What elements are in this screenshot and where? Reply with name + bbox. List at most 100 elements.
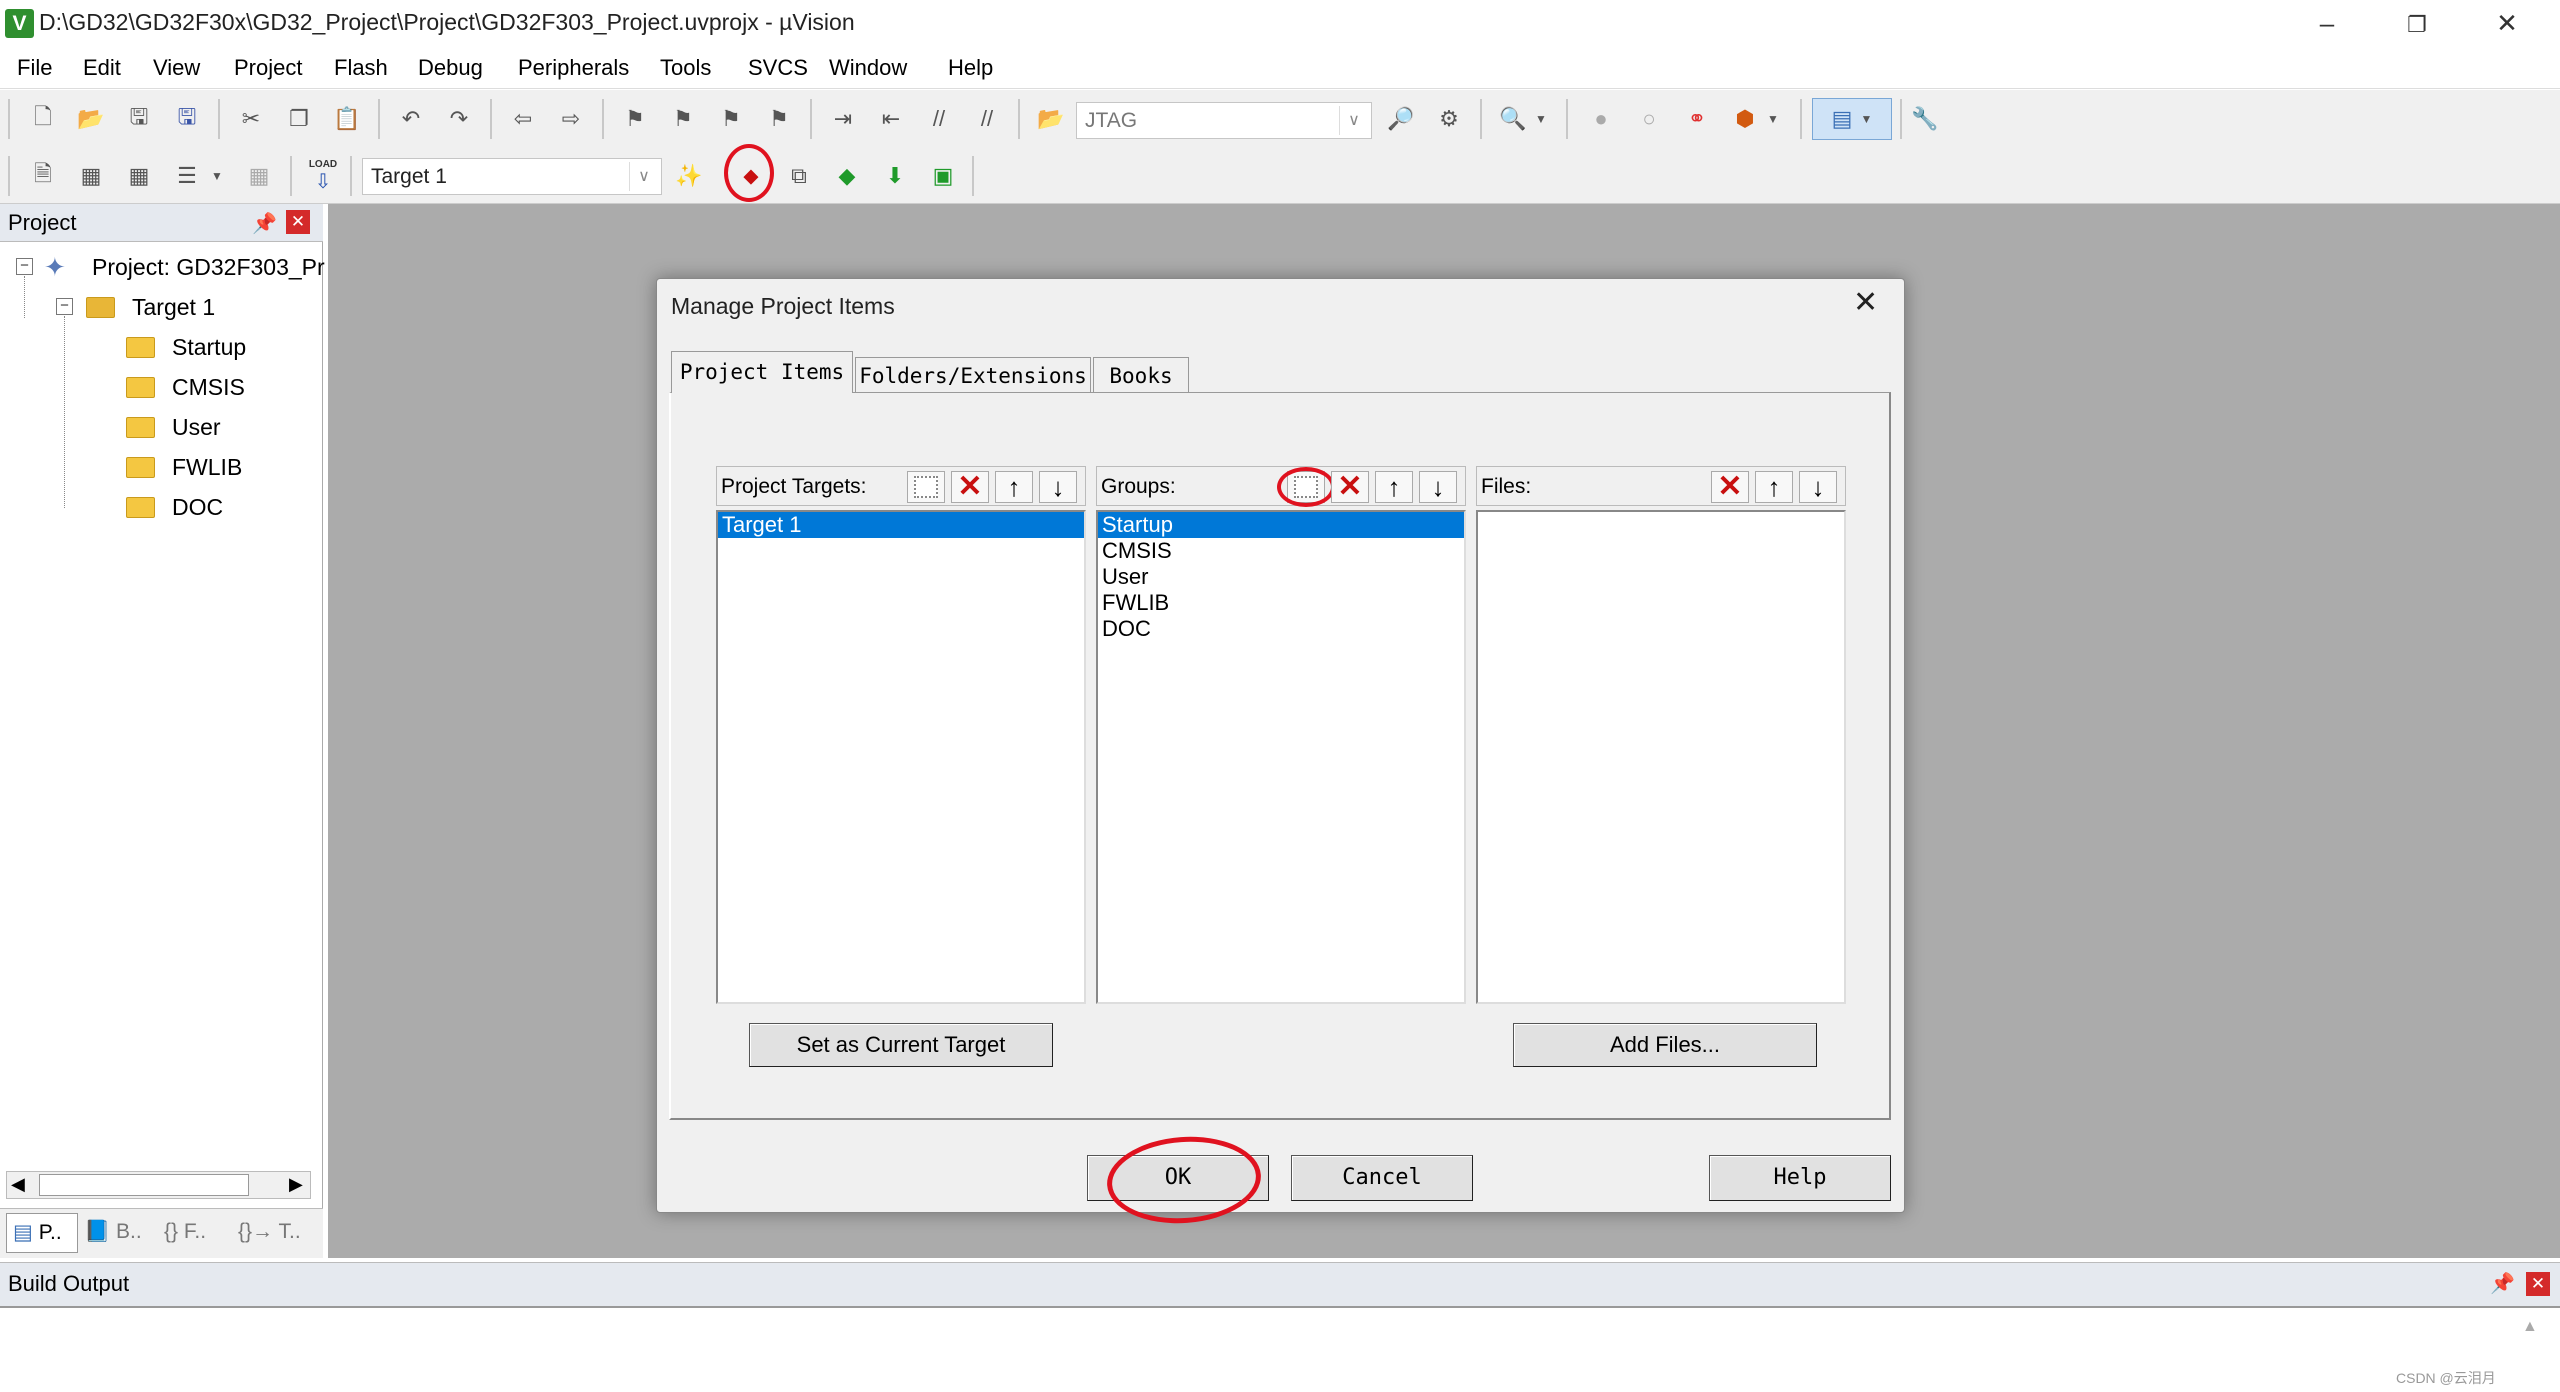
rebuild-button[interactable]: ▦ [120,157,158,195]
debugger-combo[interactable]: JTAG ∨ [1076,102,1372,139]
kill-breakpoints-button[interactable]: ⬢ [1726,100,1764,138]
move-file-down-button[interactable]: ↓ [1799,471,1837,503]
incremental-find-button[interactable]: ⚙ [1430,100,1468,138]
uncomment-button[interactable]: // [968,100,1006,138]
scrollbar-thumb[interactable] [39,1174,249,1196]
tab-templates[interactable]: {}→ T.. [238,1213,318,1253]
pin-button[interactable]: 📌 [252,211,277,236]
disable-breakpoints-button[interactable]: ⚭ [1678,100,1716,138]
insert-bookmark-button[interactable]: ⚑ [616,100,654,138]
menu-help[interactable]: Help [939,47,1002,89]
delete-file-button[interactable]: ✕ [1711,471,1749,503]
manage-rte-button[interactable]: ◆ [828,157,866,195]
list-item-group[interactable]: DOC [1098,616,1464,642]
collapse-icon[interactable]: − [56,298,73,315]
groups-list[interactable]: Startup CMSIS User FWLIB DOC [1096,510,1466,1004]
select-packs-button[interactable]: ⧉ [780,157,818,195]
collapse-icon[interactable]: − [16,258,33,275]
cancel-button[interactable]: Cancel [1291,1155,1473,1201]
download-button[interactable]: LOAD ⇩ [304,154,342,198]
move-file-up-button[interactable]: ↑ [1755,471,1793,503]
batch-build-dropdown[interactable]: ▼ [206,157,228,195]
next-bookmark-button[interactable]: ⚑ [712,100,750,138]
open-file-button[interactable]: 📂 [72,100,110,138]
paste-button[interactable]: 📋 [328,100,366,138]
restore-button[interactable]: ❐ [2372,0,2462,47]
tab-books[interactable]: 📘 B.. [84,1213,150,1253]
window-layout-button[interactable]: ▤ ▼ [1812,98,1892,140]
files-list[interactable] [1476,510,1846,1004]
menu-svcs[interactable]: SVCS [739,47,817,89]
close-window-button[interactable]: ✕ [2462,0,2552,47]
menu-file[interactable]: File [8,47,61,89]
list-item-group[interactable]: FWLIB [1098,590,1464,616]
save-all-button[interactable]: 🖫 [168,100,206,138]
list-item-group[interactable]: User [1098,564,1464,590]
batch-build-button[interactable]: ☰ [168,157,206,195]
software-packs-button[interactable]: ▣ [924,157,962,195]
set-current-target-button[interactable]: Set as Current Target [749,1023,1053,1067]
build-output-text[interactable]: ▲ CSDN @云泪月 [0,1306,2560,1392]
tab-functions[interactable]: {} F.. [164,1213,230,1253]
breakpoints-dropdown[interactable]: ▼ [1762,100,1784,138]
tab-project-items[interactable]: Project Items [671,351,853,393]
menu-window[interactable]: Window [820,47,916,89]
redo-button[interactable]: ↷ [440,100,478,138]
tab-project[interactable]: ▤ P.. [6,1213,78,1253]
menu-project[interactable]: Project [225,47,311,89]
delete-target-button[interactable]: ✕ [951,471,989,503]
tab-books[interactable]: Books [1093,357,1189,393]
find-button[interactable]: 🔎 [1382,100,1420,138]
list-item-group[interactable]: Startup [1098,512,1464,538]
configure-button[interactable]: 🔧 [1906,100,1944,138]
navigate-forward-button[interactable]: ⇨ [552,100,590,138]
scroll-right-icon[interactable]: ▶ [289,1174,303,1195]
scroll-left-icon[interactable]: ◀ [11,1174,25,1195]
clear-bookmarks-button[interactable]: ⚑ [760,100,798,138]
copy-button[interactable]: ❐ [280,100,318,138]
comment-button[interactable]: // [920,100,958,138]
list-item-group[interactable]: CMSIS [1098,538,1464,564]
move-group-up-button[interactable]: ↑ [1375,471,1413,503]
minimize-button[interactable]: – [2282,0,2372,47]
menu-flash[interactable]: Flash [325,47,397,89]
pack-installer-button[interactable]: ⬇ [876,157,914,195]
undo-button[interactable]: ↶ [392,100,430,138]
scroll-up-icon[interactable]: ▲ [2522,1318,2538,1336]
navigate-back-button[interactable]: ⇦ [504,100,542,138]
menu-debug[interactable]: Debug [409,47,492,89]
options-for-target-button[interactable]: ✨ [670,157,708,195]
delete-group-button[interactable]: ✕ [1331,471,1369,503]
new-target-button[interactable] [907,471,945,503]
debug-session-button[interactable]: 🔍 [1494,100,1532,138]
new-file-button[interactable]: 🗋 [24,100,62,138]
insert-breakpoint-button[interactable]: ● [1582,100,1620,138]
list-item-target[interactable]: Target 1 [718,512,1084,538]
translate-button[interactable]: 🗎 [24,157,62,195]
tab-folders-extensions[interactable]: Folders/Extensions [855,357,1091,393]
close-panel-button[interactable]: ✕ [2526,1272,2550,1296]
pin-button[interactable]: 📌 [2490,1271,2515,1296]
menu-tools[interactable]: Tools [651,47,720,89]
stop-build-button[interactable]: ▦ [240,157,278,195]
horizontal-scrollbar[interactable]: ◀ ▶ [6,1171,311,1199]
move-group-down-button[interactable]: ↓ [1419,471,1457,503]
target-select[interactable]: Target 1 ∨ [362,158,662,195]
unindent-button[interactable]: ⇤ [872,100,910,138]
save-button[interactable]: 🖫 [120,100,158,138]
enable-breakpoint-button[interactable]: ○ [1630,100,1668,138]
indent-button[interactable]: ⇥ [824,100,862,138]
build-button[interactable]: ▦ [72,157,110,195]
move-target-down-button[interactable]: ↓ [1039,471,1077,503]
prev-bookmark-button[interactable]: ⚑ [664,100,702,138]
menu-peripherals[interactable]: Peripherals [509,47,638,89]
menu-view[interactable]: View [144,47,209,89]
find-in-files-button[interactable]: 📂 [1032,100,1070,138]
targets-list[interactable]: Target 1 [716,510,1086,1004]
menu-edit[interactable]: Edit [74,47,130,89]
add-files-button[interactable]: Add Files... [1513,1023,1817,1067]
close-panel-button[interactable]: ✕ [286,210,310,234]
debug-session-dropdown[interactable]: ▼ [1530,100,1552,138]
cut-button[interactable]: ✂ [232,100,270,138]
move-target-up-button[interactable]: ↑ [995,471,1033,503]
